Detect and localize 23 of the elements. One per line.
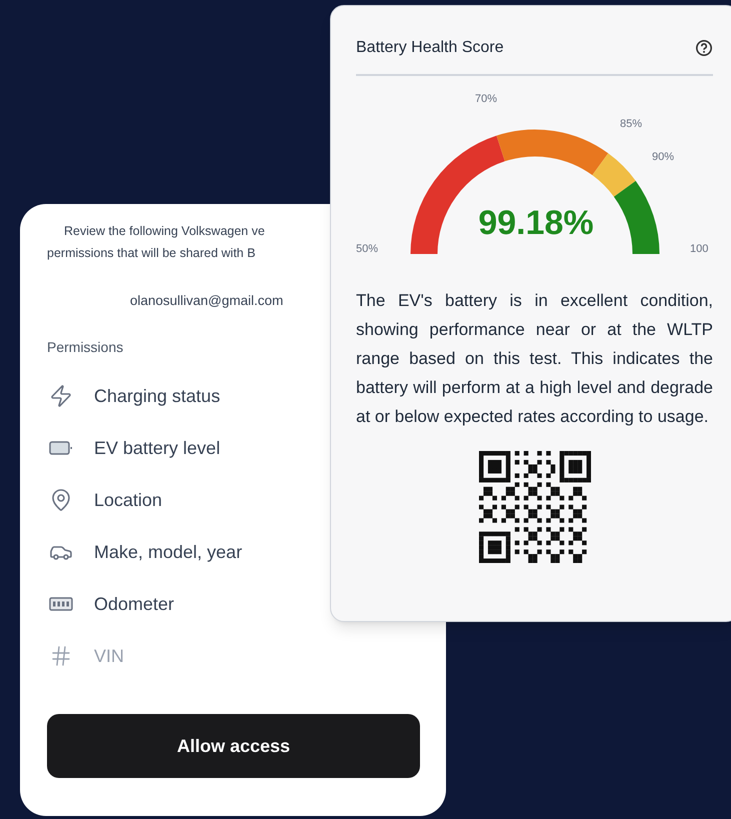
permission-label: Make, model, year bbox=[94, 540, 242, 564]
location-pin-icon bbox=[49, 488, 73, 512]
health-score: 99.18% bbox=[477, 206, 595, 240]
lightning-icon bbox=[49, 384, 73, 408]
battery-icon bbox=[49, 440, 73, 456]
help-icon bbox=[695, 39, 713, 57]
gauge-tick-label: 90% bbox=[652, 152, 674, 163]
allow-access-button[interactable]: Allow access bbox=[47, 714, 420, 778]
section-label: Permissions bbox=[47, 338, 124, 358]
health-description: The EV's battery is in excellent condition, showing performance near or at the WLTP range based on this test. This indicates the battery will perform at a high level and degrade at or below expected rates according to usage. bbox=[356, 290, 713, 428]
email-text: olanosullivan@gmail.com bbox=[130, 292, 284, 310]
card-title: Battery Health Score bbox=[356, 38, 504, 58]
odometer-icon bbox=[49, 596, 73, 612]
gauge-tick-label: 100 bbox=[690, 244, 708, 255]
gauge-tick-label: 50% bbox=[356, 244, 378, 255]
permission-label: Charging status bbox=[94, 384, 220, 408]
permission-label: VIN bbox=[94, 644, 124, 668]
permission-label: Location bbox=[94, 488, 162, 512]
permission-label: Odometer bbox=[94, 592, 174, 616]
gauge-tick-label: 70% bbox=[475, 94, 498, 105]
permission-label: EV battery level bbox=[94, 436, 220, 460]
gauge-tick-label: 85% bbox=[620, 119, 642, 130]
intro-text: Review the following Volkswagen ve permissions that will be shared with B bbox=[46, 223, 265, 262]
